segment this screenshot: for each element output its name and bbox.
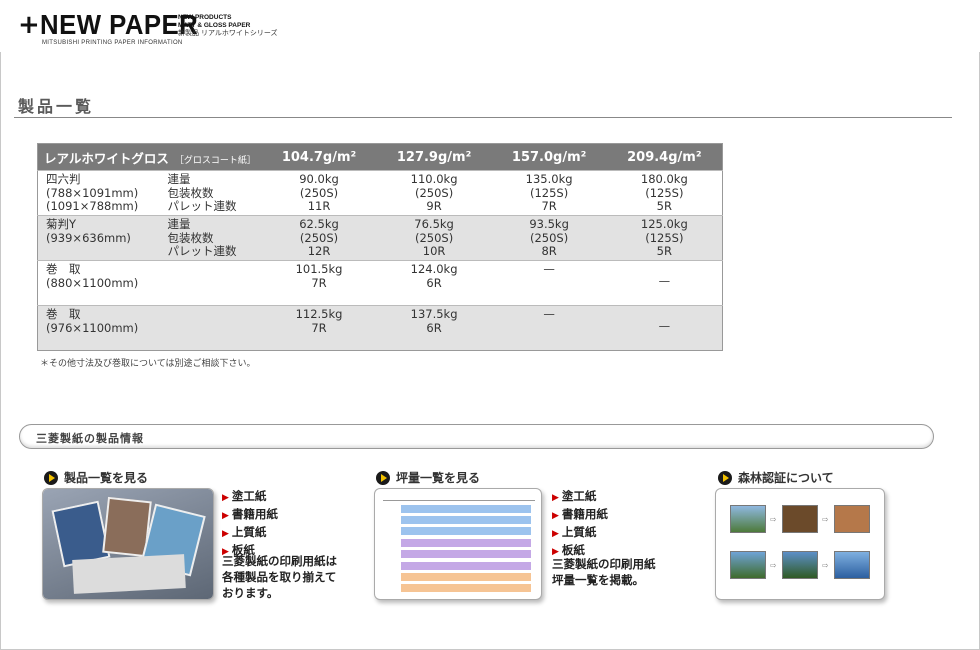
mini-table-row	[401, 550, 531, 558]
triangle-right-icon: ▶	[552, 493, 559, 503]
size-cell: 巻 取 (880×1100mm)	[37, 260, 168, 306]
logo-sub-line-3: 新製品 リアルホワイトシリーズ	[178, 30, 278, 37]
mini-table-row	[401, 584, 531, 592]
value-cell: 137.5kg 6R	[376, 305, 492, 351]
column-header: 209.4g/m²	[606, 143, 723, 171]
table-row: 巻 取 (976×1100mm) 112.5kg 7R 137.5kg 6R — —	[37, 305, 723, 351]
title-divider	[14, 117, 952, 118]
play-icon	[44, 470, 58, 485]
wood-chip-photo	[834, 505, 870, 533]
lake-photo	[834, 551, 870, 579]
forest-photo	[782, 551, 818, 579]
size-cell: 巻 取 (976×1100mm)	[37, 305, 168, 351]
info-section-title: 三菱製紙の製品情報	[36, 432, 144, 445]
logo-tagline: MITSUBISHI PRINTING PAPER INFORMATION	[42, 40, 183, 46]
value-cell: —	[491, 305, 607, 351]
forest-certification-link[interactable]: 森林認証について	[718, 469, 834, 486]
mini-table-row	[401, 516, 531, 524]
value-cell: —	[606, 260, 723, 306]
label-cell: 連量 包装枚数 パレット連数	[167, 215, 262, 261]
card-title: 坪量一覧を見る	[396, 471, 481, 485]
product-table: レアルホワイトグロス ［グロスコート紙］ 104.7g/m² 127.9g/m² …	[37, 143, 723, 351]
card-title: 製品一覧を見る	[64, 471, 149, 485]
value-cell: 112.5kg 7R	[261, 305, 377, 351]
mini-table-header	[383, 497, 535, 501]
play-icon	[718, 470, 732, 485]
link-woodfree-paper[interactable]: ▶ 上質紙	[552, 524, 608, 542]
logging-photo	[782, 505, 818, 533]
triangle-right-icon: ▶	[552, 529, 559, 539]
forest-photo	[730, 551, 766, 579]
logo-sub-line-2: MATT & GLOSS PAPER	[178, 22, 251, 29]
product-name-header: レアルホワイトグロス ［グロスコート紙］	[37, 143, 262, 171]
arrow-right-icon: ⇨	[822, 561, 829, 570]
link-book-paper[interactable]: ▶ 書籍用紙	[552, 506, 608, 524]
table-header-row: レアルホワイトグロス ［グロスコート紙］ 104.7g/m² 127.9g/m² …	[37, 143, 723, 171]
link-book-paper[interactable]: ▶ 書籍用紙	[222, 506, 278, 524]
arrow-right-icon: ⇨	[822, 515, 829, 524]
product-name: レアルホワイトグロス	[44, 150, 169, 166]
product-note: ［グロスコート紙］	[174, 155, 256, 166]
triangle-right-icon: ▶	[222, 529, 229, 539]
header: + NEW PAPER NEW PRODUCTS MATT & GLOSS PA…	[0, 0, 980, 52]
product-list-link[interactable]: 製品一覧を見る	[44, 469, 148, 486]
label-cell: 連量 包装枚数 パレット連数	[167, 170, 262, 216]
logo-sub-line-1: NEW PRODUCTS	[178, 14, 232, 21]
label-cell	[167, 260, 262, 306]
mini-table-row	[401, 573, 531, 581]
card-links: ▶ 塗工紙 ▶ 書籍用紙 ▶ 上質紙 ▶ 板紙	[222, 488, 278, 560]
info-section-bar: 三菱製紙の製品情報	[19, 424, 934, 449]
weight-table-thumbnail[interactable]	[374, 488, 542, 600]
label-cell	[167, 305, 262, 351]
link-coated-paper[interactable]: ▶ 塗工紙	[552, 488, 608, 506]
brochure-image	[72, 554, 186, 594]
link-woodfree-paper[interactable]: ▶ 上質紙	[222, 524, 278, 542]
value-cell: —	[606, 305, 723, 351]
value-cell: 62.5kg (250S) 12R	[261, 215, 377, 261]
forest-photo	[730, 505, 766, 533]
forest-certification-thumbnail[interactable]: ⇨ ⇨ ⇨ ⇨	[715, 488, 885, 600]
column-header: 157.0g/m²	[491, 143, 607, 171]
mini-table-row	[401, 539, 531, 547]
value-cell: 101.5kg 7R	[261, 260, 377, 306]
value-cell: 125.0kg (125S) 5R	[606, 215, 723, 261]
card-title: 森林認証について	[738, 471, 834, 485]
table-row: 巻 取 (880×1100mm) 101.5kg 7R 124.0kg 6R — —	[37, 260, 723, 306]
triangle-right-icon: ▶	[552, 511, 559, 521]
value-cell: 90.0kg (250S) 11R	[261, 170, 377, 216]
mini-table-row	[401, 562, 531, 570]
product-catalog-thumbnail[interactable]	[42, 488, 214, 600]
play-icon	[376, 470, 390, 485]
brand-logo[interactable]: NEW PAPER	[40, 10, 198, 40]
value-cell: 110.0kg (250S) 9R	[376, 170, 492, 216]
arrow-right-icon: ⇨	[770, 561, 777, 570]
value-cell: 135.0kg (125S) 7R	[491, 170, 607, 216]
link-coated-paper[interactable]: ▶ 塗工紙	[222, 488, 278, 506]
value-cell: 180.0kg (125S) 5R	[606, 170, 723, 216]
arrow-right-icon: ⇨	[770, 515, 777, 524]
triangle-right-icon: ▶	[222, 493, 229, 503]
mini-table-row	[401, 527, 531, 535]
column-header: 127.9g/m²	[376, 143, 492, 171]
card-links: ▶ 塗工紙 ▶ 書籍用紙 ▶ 上質紙 ▶ 板紙	[552, 488, 608, 560]
table-row: 四六判 (788×1091mm) (1091×788mm) 連量 包装枚数 パレット連数…	[37, 170, 723, 216]
table-row: 菊判Y (939×636mm) 連量 包装枚数 パレット連数 62.5kg (250S)…	[37, 215, 723, 261]
value-cell: 124.0kg 6R	[376, 260, 492, 306]
page-title: 製品一覧	[18, 97, 95, 116]
value-cell: 93.5kg (250S) 8R	[491, 215, 607, 261]
logo-plus: +	[18, 10, 40, 40]
value-cell: 76.5kg (250S) 10R	[376, 215, 492, 261]
triangle-right-icon: ▶	[222, 511, 229, 521]
table-footnote: ＊その他寸法及び巻取については別途ご相談下さい。	[40, 359, 256, 369]
basis-weight-list-link[interactable]: 坪量一覧を見る	[376, 469, 480, 486]
card-description: 三菱製紙の印刷用紙 坪量一覧を掲載。	[552, 557, 656, 587]
logo-subtitle: NEW PRODUCTS MATT & GLOSS PAPER 新製品 リアルホ…	[178, 14, 278, 38]
card-description: 三菱製紙の印刷用紙は 各種製品を取り揃えて おります。	[222, 554, 337, 600]
column-header: 104.7g/m²	[261, 143, 377, 171]
value-cell: —	[491, 260, 607, 306]
mini-table-row	[401, 505, 531, 513]
size-cell: 四六判 (788×1091mm) (1091×788mm)	[37, 170, 168, 216]
size-cell: 菊判Y (939×636mm)	[37, 215, 168, 261]
